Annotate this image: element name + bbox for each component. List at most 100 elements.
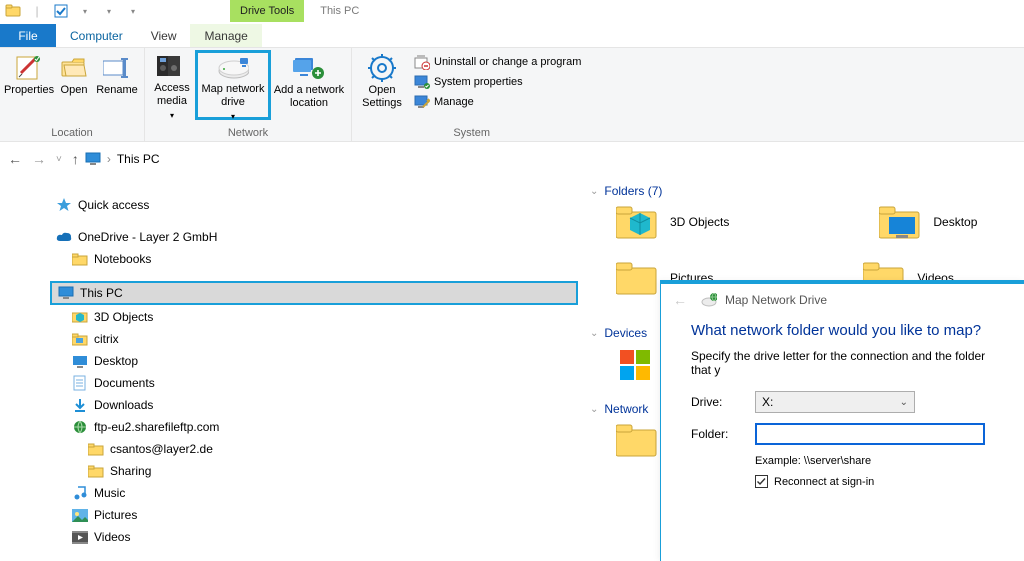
tree-label: Music xyxy=(94,486,125,500)
main-area: Quick access OneDrive - Layer 2 GmbH Not… xyxy=(0,176,1024,561)
add-network-icon xyxy=(293,54,325,82)
nav-forward-button[interactable]: → xyxy=(32,151,46,167)
folder-label: Desktop xyxy=(933,215,977,229)
map-network-drive-dialog: ← Map Network Drive What network folder … xyxy=(660,280,1024,561)
onedrive-icon xyxy=(56,229,72,245)
open-label: Open xyxy=(61,84,88,97)
downloads-icon xyxy=(72,397,88,413)
add-network-location-button[interactable]: Add a network location xyxy=(271,50,347,120)
folder-row-1: 3D Objects Desktop xyxy=(616,204,1024,240)
tree-music[interactable]: Music xyxy=(50,482,582,504)
ribbon-group-system: Open Settings Uninstall or change a prog… xyxy=(352,48,591,141)
group-label-network: Network xyxy=(149,127,347,141)
media-icon xyxy=(156,54,188,80)
3d-icon xyxy=(72,309,88,325)
ribbon-group-network: Access media▾ Map network drive▾ Add a n… xyxy=(145,48,352,141)
example-text: Example: \\server\share xyxy=(755,455,1002,467)
tree-desktop[interactable]: Desktop xyxy=(50,350,582,372)
nav-up-button[interactable]: ↑ xyxy=(72,151,79,167)
system-list: Uninstall or change a program System pro… xyxy=(408,50,587,110)
dialog-body: What network folder would you like to ma… xyxy=(661,316,1024,488)
tree-ftp[interactable]: ftp-eu2.sharefileftp.com xyxy=(50,416,582,438)
folder-3d-objects[interactable]: 3D Objects xyxy=(616,204,729,240)
open-button[interactable]: Open xyxy=(54,50,94,120)
nav-arrows: ← → ˅ ↑ xyxy=(8,151,79,167)
tree-label: Pictures xyxy=(94,508,137,522)
manage-button[interactable]: Manage xyxy=(414,94,581,110)
tree-citrix[interactable]: citrix xyxy=(50,328,582,350)
qat-dropdown-2[interactable]: ▾ xyxy=(98,0,120,22)
tree-videos[interactable]: Videos xyxy=(50,526,582,548)
chevron-down-icon: ⌄ xyxy=(590,186,598,197)
content-pane: ⌄ Folders (7) 3D Objects Desktop Picture… xyxy=(582,176,1024,561)
nav-recent-button[interactable]: ˅ xyxy=(56,154,62,165)
qat-icon-checkbox[interactable] xyxy=(50,0,72,22)
tree-pictures[interactable]: Pictures xyxy=(50,504,582,526)
map-network-drive-button[interactable]: Map network drive▾ xyxy=(195,50,271,120)
drive-select[interactable]: X: ⌄ xyxy=(755,391,915,413)
address-box[interactable]: › This PC xyxy=(85,151,160,167)
properties-label: Properties xyxy=(4,84,54,97)
uninstall-button[interactable]: Uninstall or change a program xyxy=(414,54,581,70)
qat-icon-folder[interactable] xyxy=(2,0,24,22)
uninstall-label: Uninstall or change a program xyxy=(434,56,581,68)
map-drive-label: Map network drive xyxy=(198,83,268,109)
qat-dropdown-1[interactable]: ▾ xyxy=(74,0,96,22)
tree-this-pc[interactable]: This PC xyxy=(50,281,578,305)
tab-file[interactable]: File xyxy=(0,24,56,47)
dialog-back-button[interactable]: ← xyxy=(673,292,687,308)
tree-notebooks[interactable]: Notebooks xyxy=(50,248,582,270)
context-tab-drive-tools[interactable]: Drive Tools xyxy=(230,0,304,22)
tree-onedrive[interactable]: OneDrive - Layer 2 GmbH xyxy=(50,226,582,248)
videos-icon xyxy=(72,529,88,545)
properties-button[interactable]: Properties xyxy=(4,50,54,120)
qat-separator: | xyxy=(26,0,48,22)
desktop-icon xyxy=(72,353,88,369)
group-label-location: Location xyxy=(4,127,140,141)
tree-3d-objects[interactable]: 3D Objects xyxy=(50,306,582,328)
tab-view[interactable]: View xyxy=(137,24,191,47)
folder-icon xyxy=(616,204,658,240)
tree-downloads[interactable]: Downloads xyxy=(50,394,582,416)
tree-ftp-user[interactable]: csantos@layer2.de xyxy=(50,438,582,460)
access-media-button[interactable]: Access media▾ xyxy=(149,50,195,120)
this-pc-icon xyxy=(85,151,101,167)
tree-documents[interactable]: Documents xyxy=(50,372,582,394)
tree-label: Documents xyxy=(94,376,155,390)
tree-label: This PC xyxy=(80,286,123,300)
folder-input[interactable] xyxy=(755,423,985,445)
drive-label: Drive: xyxy=(691,395,743,409)
tab-manage[interactable]: Manage xyxy=(190,24,261,47)
tree-sharing[interactable]: Sharing xyxy=(50,460,582,482)
documents-icon xyxy=(72,375,88,391)
nav-back-button[interactable]: ← xyxy=(8,151,22,167)
folder-icon xyxy=(72,331,88,347)
section-label: Folders (7) xyxy=(604,184,662,198)
windows-drive-icon[interactable] xyxy=(616,346,658,382)
folder-icon xyxy=(616,260,658,296)
section-folders[interactable]: ⌄ Folders (7) xyxy=(590,184,1024,198)
open-settings-button[interactable]: Open Settings xyxy=(356,50,408,120)
folder-desktop[interactable]: Desktop xyxy=(879,204,977,240)
group-label-system: System xyxy=(356,127,587,141)
tree-label: Sharing xyxy=(110,464,151,478)
title-bar: | ▾ ▾ ▾ Drive Tools This PC xyxy=(0,0,1024,24)
rename-button[interactable]: Rename xyxy=(94,50,140,120)
qat-overflow[interactable]: ▾ xyxy=(122,0,144,22)
folder-label: 3D Objects xyxy=(670,215,729,229)
address-bar: ← → ˅ ↑ › This PC xyxy=(0,142,1024,176)
rename-label: Rename xyxy=(96,84,138,97)
tab-computer[interactable]: Computer xyxy=(56,24,137,47)
dialog-title: Map Network Drive xyxy=(725,293,827,307)
sys-props-label: System properties xyxy=(434,76,523,88)
system-properties-button[interactable]: System properties xyxy=(414,74,581,90)
tree-label: Quick access xyxy=(78,198,149,212)
folder-icon[interactable] xyxy=(616,422,658,458)
dialog-folder-row: Folder: xyxy=(691,423,1002,445)
chevron-down-icon: ⌄ xyxy=(590,404,598,415)
checkbox-icon xyxy=(755,475,768,488)
reconnect-checkbox[interactable]: Reconnect at sign-in xyxy=(755,475,1002,488)
ribbon: Properties Open Rename Location xyxy=(0,48,1024,142)
tree-quick-access[interactable]: Quick access xyxy=(50,194,582,216)
open-settings-label: Open Settings xyxy=(356,84,408,110)
